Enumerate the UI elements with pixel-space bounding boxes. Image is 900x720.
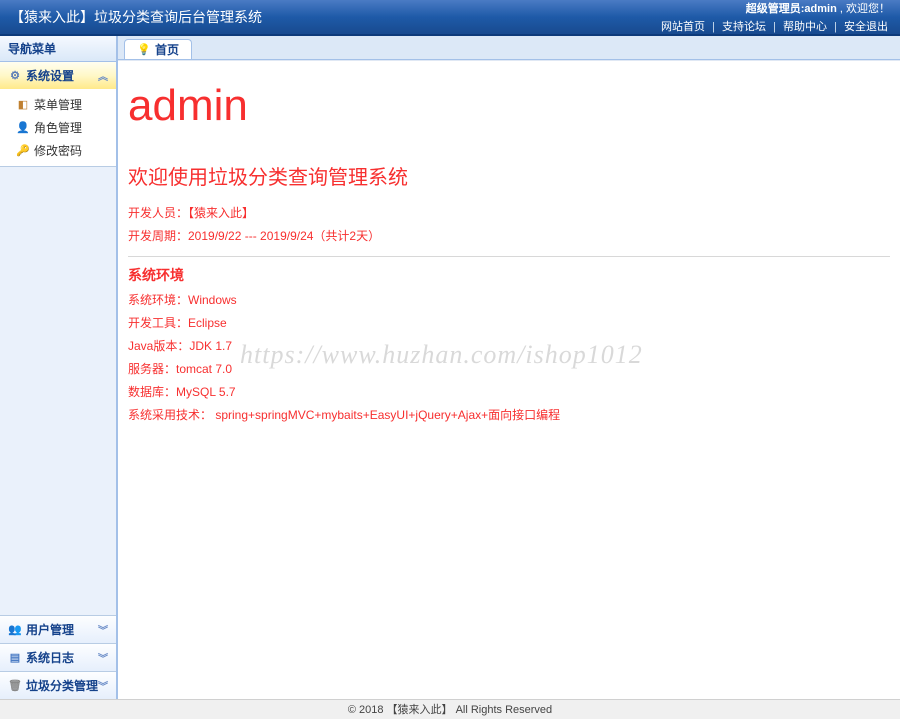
accordion-header-system-log[interactable]: ▤ 系统日志 ︾ (0, 644, 116, 671)
accordion-label: 垃圾分类管理 (26, 677, 98, 694)
dev-team: 开发人员：【猿来入此】 (128, 204, 890, 221)
accordion-body: ◧ 菜单管理 👤 角色管理 🔑 修改密码 (0, 89, 116, 166)
accordion-header-system-settings[interactable]: ⚙ 系统设置 ︽ (0, 62, 116, 89)
welcome-text: 超级管理员:admin , 欢迎您！ (659, 0, 890, 16)
env-java: Java版本：JDK 1.7 (128, 337, 890, 354)
user-icon: 👥 (8, 623, 22, 637)
role-icon: 👤 (16, 121, 30, 135)
accordion-label: 系统日志 (26, 649, 74, 666)
sidebar-title: 导航菜单 (0, 36, 116, 62)
link-forum[interactable]: 支持论坛 (722, 21, 766, 33)
welcome-msg: 欢迎使用垃圾分类查询管理系统 (128, 161, 890, 190)
chevron-down-icon: ︾ (98, 650, 108, 665)
content-area: admin 欢迎使用垃圾分类查询管理系统 开发人员：【猿来入此】 开发周期：20… (118, 60, 900, 699)
gear-icon: ⚙ (8, 69, 22, 83)
key-icon: 🔑 (16, 144, 30, 158)
dev-period: 开发周期：2019/9/22 --- 2019/9/24（共计2天） (128, 227, 890, 244)
env-tool: 开发工具：Eclipse (128, 314, 890, 331)
page-heading: admin (128, 81, 890, 131)
env-os: 系统环境：Windows (128, 291, 890, 308)
link-site-home[interactable]: 网站首页 (661, 21, 705, 33)
chevron-up-icon: ︽ (98, 68, 108, 83)
main-panel: 💡 首页 admin 欢迎使用垃圾分类查询管理系统 开发人员：【猿来入此】 开发… (118, 36, 900, 699)
divider: | (773, 21, 776, 33)
chevron-down-icon: ︾ (98, 678, 108, 693)
env-server: 服务器：tomcat 7.0 (128, 360, 890, 377)
env-db: 数据库：MySQL 5.7 (128, 383, 890, 400)
env-title: 系统环境 (128, 265, 890, 285)
sidebar-spacer (0, 167, 116, 615)
tabs-bar: 💡 首页 (118, 36, 900, 60)
accordion-header-trash-mgmt[interactable]: 🗑 垃圾分类管理 ︾ (0, 672, 116, 699)
tree-icon: ◧ (16, 98, 30, 112)
bulb-icon: 💡 (137, 43, 151, 57)
header-right: 超级管理员:admin , 欢迎您！ 网站首页 | 支持论坛 | 帮助中心 | … (659, 0, 890, 34)
accordion-header-user-mgmt[interactable]: 👥 用户管理 ︾ (0, 616, 116, 643)
env-tech: 系统采用技术： spring+springMVC+mybaits+EasyUI+… (128, 406, 890, 423)
sidebar-group-user-mgmt: 👥 用户管理 ︾ (0, 615, 116, 643)
body: 导航菜单 ⚙ 系统设置 ︽ ◧ 菜单管理 👤 角色管理 (0, 36, 900, 699)
trash-icon: 🗑 (8, 679, 22, 693)
accordion-label: 系统设置 (26, 67, 74, 84)
tab-label: 首页 (155, 41, 179, 58)
menu-label: 修改密码 (34, 142, 82, 159)
header-links: 网站首页 | 支持论坛 | 帮助中心 | 安全退出 (659, 18, 890, 34)
menu-item-menu-mgmt[interactable]: ◧ 菜单管理 (0, 93, 116, 116)
divider: | (712, 21, 715, 33)
sidebar: 导航菜单 ⚙ 系统设置 ︽ ◧ 菜单管理 👤 角色管理 (0, 36, 118, 699)
sidebar-group-trash-mgmt: 🗑 垃圾分类管理 ︾ (0, 671, 116, 699)
tab-home[interactable]: 💡 首页 (124, 39, 192, 59)
link-help[interactable]: 帮助中心 (783, 21, 827, 33)
app-title: 【猿来入此】垃圾分类查询后台管理系统 (10, 7, 262, 27)
menu-item-change-password[interactable]: 🔑 修改密码 (0, 139, 116, 162)
accordion-label: 用户管理 (26, 621, 74, 638)
menu-label: 菜单管理 (34, 96, 82, 113)
menu-item-role-mgmt[interactable]: 👤 角色管理 (0, 116, 116, 139)
divider (128, 256, 890, 257)
menu-label: 角色管理 (34, 119, 82, 136)
divider: | (834, 21, 837, 33)
footer: © 2018 【猿来入此】 All Rights Reserved (0, 699, 900, 719)
sidebar-group-system-log: ▤ 系统日志 ︾ (0, 643, 116, 671)
log-icon: ▤ (8, 651, 22, 665)
link-logout[interactable]: 安全退出 (844, 21, 888, 33)
chevron-down-icon: ︾ (98, 622, 108, 637)
sidebar-group-system-settings: ⚙ 系统设置 ︽ ◧ 菜单管理 👤 角色管理 🔑 修改密码 (0, 62, 116, 167)
app-header: 【猿来入此】垃圾分类查询后台管理系统 超级管理员:admin , 欢迎您！ 网站… (0, 0, 900, 36)
